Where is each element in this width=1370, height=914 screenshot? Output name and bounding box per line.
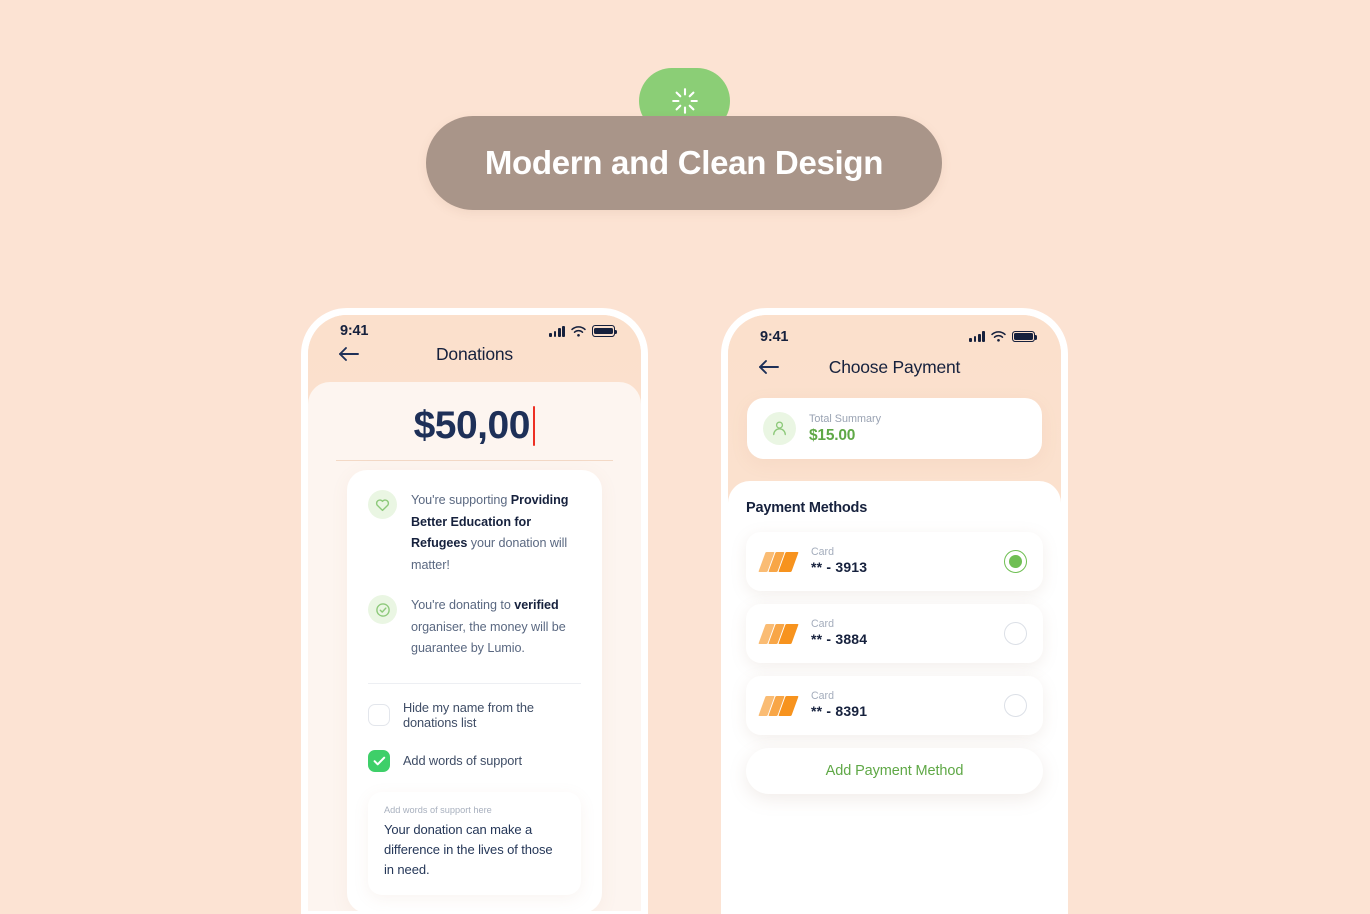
cellular-bars-icon xyxy=(969,331,985,343)
payment-method-meta: Card ** - 3884 xyxy=(811,618,990,649)
total-summary-value: $15.00 xyxy=(809,426,856,444)
donation-info-card: You're supporting Providing Better Educa… xyxy=(347,470,602,911)
wifi-icon xyxy=(991,331,1006,342)
info-text-supporting: You're supporting Providing Better Educa… xyxy=(411,493,569,572)
hero-pill: Modern and Clean Design xyxy=(426,116,942,210)
arrow-left-icon xyxy=(339,347,359,361)
info-text-verified: You're donating to verified organiser, t… xyxy=(411,598,566,655)
payment-method-number: ** - 8391 xyxy=(811,703,868,720)
radio-button[interactable] xyxy=(1004,694,1027,718)
radio-button-selected[interactable] xyxy=(1004,550,1027,574)
payment-method-row[interactable]: Card ** - 3884 xyxy=(746,604,1043,664)
card-stripes-icon xyxy=(758,695,799,716)
amount-input[interactable]: $50,00 xyxy=(336,404,613,460)
choose-payment-screen: 9:41 Choose Payment Total Summary $15.00… xyxy=(728,315,1061,911)
status-bar: 9:41 xyxy=(728,315,1061,350)
payment-method-kind: Card xyxy=(811,690,834,703)
payment-method-number: ** - 3884 xyxy=(811,631,868,648)
card-stripes-icon xyxy=(758,551,799,572)
payment-method-kind: Card xyxy=(811,618,834,631)
checkbox-add-words[interactable]: Add words of support xyxy=(368,749,581,772)
radio-button[interactable] xyxy=(1004,622,1027,646)
payment-method-meta: Card ** - 3913 xyxy=(811,546,990,577)
checkbox-box[interactable] xyxy=(368,703,390,726)
checkbox-label: Add words of support xyxy=(403,753,522,768)
nav-bar-donations: Donations xyxy=(308,339,641,369)
amount-underline xyxy=(336,460,613,461)
info-row-supporting: You're supporting Providing Better Educa… xyxy=(368,490,581,576)
divider xyxy=(368,682,581,684)
payment-method-kind: Card xyxy=(811,546,834,559)
donations-screen: 9:41 Donations $50,00 You're supporting … xyxy=(308,315,641,911)
back-button[interactable] xyxy=(334,339,364,369)
amount-section: $50,00 You're supporting Providing Bette… xyxy=(308,382,641,911)
checkbox-hide-name[interactable]: Hide my name from the donations list xyxy=(368,700,581,730)
wifi-icon xyxy=(571,325,586,337)
status-bar: 9:41 xyxy=(308,315,641,339)
hero-banner: Modern and Clean Design xyxy=(0,0,1370,290)
spinner-icon xyxy=(671,88,698,114)
total-summary-text: Total Summary $15.00 xyxy=(809,413,881,445)
text-caret xyxy=(532,406,536,446)
payment-methods-heading: Payment Methods xyxy=(746,500,868,517)
payment-method-row[interactable]: Card ** - 3913 xyxy=(746,532,1043,592)
battery-full-icon xyxy=(1012,330,1038,343)
card-stripes-icon xyxy=(758,623,799,644)
total-summary-card: Total Summary $15.00 xyxy=(747,398,1042,460)
battery-full-icon xyxy=(592,325,618,337)
phone-donations: 9:41 Donations $50,00 You're supporting … xyxy=(301,308,648,914)
payment-method-number: ** - 3913 xyxy=(811,559,868,576)
support-field-value: Your donation can make a difference in t… xyxy=(384,821,553,877)
support-field-hint: Add words of support here xyxy=(384,804,492,815)
total-summary-label: Total Summary xyxy=(809,412,881,425)
nav-bar-choose-payment: Choose Payment xyxy=(728,350,1061,384)
arrow-left-icon xyxy=(759,360,779,375)
cellular-bars-icon xyxy=(549,325,565,337)
payment-methods-panel: Payment Methods Card ** - 3913 Card ** -… xyxy=(728,481,1061,911)
add-payment-method-button[interactable]: Add Payment Method xyxy=(746,748,1043,795)
checkbox-box[interactable] xyxy=(368,749,390,772)
back-button[interactable] xyxy=(754,352,784,382)
phone-choose-payment: 9:41 Choose Payment Total Summary $15.00… xyxy=(721,308,1068,914)
checkbox-label: Hide my name from the donations list xyxy=(403,699,534,730)
status-time: 9:41 xyxy=(340,323,369,339)
heart-outline-icon xyxy=(368,490,397,519)
hero-title: Modern and Clean Design xyxy=(484,144,884,181)
payment-method-row[interactable]: Card ** - 8391 xyxy=(746,676,1043,736)
amount-value: $50,00 xyxy=(413,404,531,447)
support-message-field[interactable]: Add words of support here Your donation … xyxy=(368,791,581,895)
status-time: 9:41 xyxy=(760,328,789,345)
check-circle-icon xyxy=(368,595,397,624)
person-icon xyxy=(763,412,796,446)
info-row-verified: You're donating to verified organiser, t… xyxy=(368,595,581,660)
checkmark-icon xyxy=(373,756,385,765)
total-summary-section: Total Summary $15.00 xyxy=(728,384,1061,460)
payment-method-meta: Card ** - 8391 xyxy=(811,690,990,721)
status-icons xyxy=(549,325,618,337)
status-icons xyxy=(969,330,1038,343)
